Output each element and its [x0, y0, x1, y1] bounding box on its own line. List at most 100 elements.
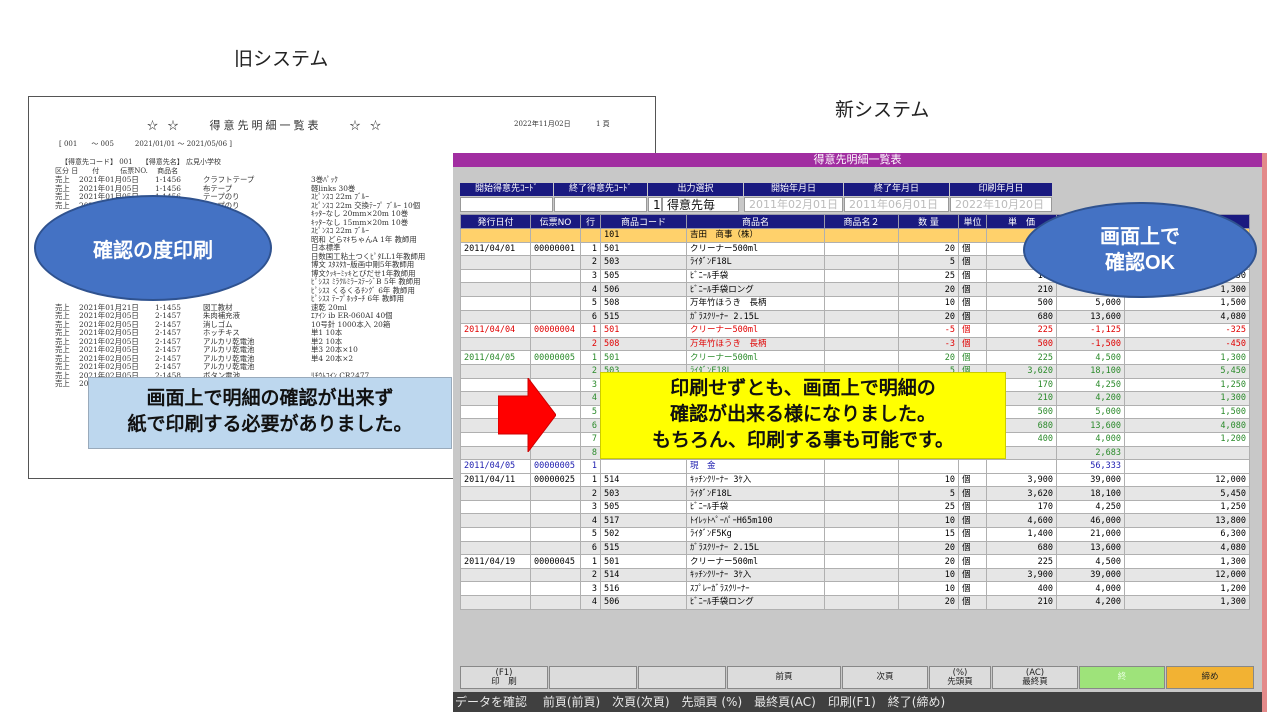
new-system-caption: 新システム	[835, 99, 930, 121]
grid-cell: 13,600	[1056, 540, 1125, 556]
report-cell: 2-1457	[155, 362, 182, 371]
grid-cell: 1	[580, 241, 601, 257]
grid-cell	[530, 336, 581, 352]
start-customer-input[interactable]	[460, 197, 553, 212]
grid-cell: 吉田 商事（株）	[686, 228, 825, 243]
grid-row[interactable]: 2011/04/04 00000004 1 501 クリーナー500ml -5 個 225 -1…	[460, 323, 1250, 338]
grid-cell: 5	[580, 404, 601, 420]
grid-cell	[824, 499, 899, 515]
grid-cell: 680	[986, 540, 1057, 556]
grid-column-header[interactable]: 商品名	[686, 214, 825, 229]
blank-button-2[interactable]	[638, 666, 726, 689]
end-customer-input[interactable]	[554, 197, 647, 212]
grid-cell	[986, 459, 1057, 474]
grid-row[interactable]: 2 508 万年竹ほうき 長柄 -3 個 500 -1,500 -450	[460, 336, 1250, 352]
grid-cell: 508	[600, 295, 687, 311]
grid-cell: ﾋﾞﾆｰﾙ手袋	[686, 268, 825, 284]
old-callout-ellipse: 確認の度印刷	[34, 195, 272, 301]
grid-row[interactable]: 2503ﾗｲﾀﾞﾝF18L 5個3,62018,1005,450	[460, 486, 1250, 501]
grid-cell	[460, 567, 531, 583]
grid-cell: ｷｯﾁﾝｸﾘｰﾅｰ 3ｹ入	[686, 567, 825, 583]
grid-cell	[824, 595, 899, 610]
criteria-label: 終了得意先ｺｰﾄﾞ	[554, 183, 647, 196]
criteria-label: 開始得意先ｺｰﾄﾞ	[460, 183, 553, 196]
grid-row[interactable]: 4 517 ﾄｲﾚｯﾄﾍﾟｰﾊﾟｰH65m100 10 個 4,600 46,000 13,8…	[460, 513, 1250, 529]
grid-cell	[530, 309, 581, 325]
grid-cell	[824, 540, 899, 556]
grid-cell	[824, 336, 899, 352]
grid-cell: 2011/04/19	[460, 554, 531, 569]
grid-cell: 506	[600, 282, 687, 297]
grid-column-header[interactable]: 単位	[958, 214, 987, 229]
grid-row[interactable]: 3 516 ｽﾌﾟﾚｰｶﾞﾗｽｸﾘｰﾅｰ 10 個 400 4,000 1,200	[460, 581, 1250, 597]
grid-cell: 1,300	[1124, 350, 1250, 365]
grid-cell	[824, 350, 899, 365]
grid-cell	[580, 228, 601, 243]
end-date-input[interactable]: 2011年06月01日	[844, 197, 949, 212]
grid-column-header[interactable]: 伝票NO	[530, 214, 581, 229]
old-system-caption: 旧システム	[234, 48, 329, 70]
grid-cell: 503	[600, 255, 687, 270]
grid-cell	[898, 228, 959, 243]
output-code-input[interactable]: 1	[648, 197, 662, 212]
blank-button-1[interactable]	[549, 666, 637, 689]
grid-cell: 13,800	[1124, 513, 1250, 529]
grid-column-header[interactable]: 商品名２	[824, 214, 899, 229]
grid-cell	[824, 472, 899, 488]
report-cell: テープのり	[203, 192, 240, 201]
report-cell: 2021年01月05日	[79, 175, 139, 184]
grid-cell: 20	[898, 241, 959, 257]
grid-cell: 515	[600, 309, 687, 325]
grid-row[interactable]: 3505ﾋﾞﾆｰﾙ手袋 25個1704,2501,250	[460, 499, 1250, 515]
grid-cell	[530, 513, 581, 529]
grid-cell: 個	[958, 527, 987, 542]
grid-cell: 13,600	[1056, 418, 1125, 433]
start-date-input[interactable]: 2011年02月01日	[744, 197, 843, 212]
grid-cell	[460, 282, 531, 297]
grid-cell: 1	[580, 472, 601, 488]
grid-cell	[824, 567, 899, 583]
output-select[interactable]: 得意先毎	[662, 197, 739, 212]
grid-cell: 6	[580, 418, 601, 433]
grid-row[interactable]: 2011/04/05 00000005 1 501 クリーナー500ml 20 個 225 4,…	[460, 350, 1250, 365]
report-cell: 博文 ｽﾀｽﾀｶｰ版画中剛5年教師用	[311, 260, 415, 269]
grid-cell: 4,250	[1056, 499, 1125, 515]
grid-cell: 10	[898, 567, 959, 583]
grid-column-header[interactable]: 発行日付	[460, 214, 531, 229]
grid-row[interactable]: 6515ｶﾞﾗｽｸﾘｰﾅｰ 2.15L 20個68013,6004,080	[460, 540, 1250, 556]
criteria-label: 出力選択	[648, 183, 743, 196]
next-page-button[interactable]: 次頁	[842, 666, 928, 689]
grid-column-header[interactable]: 数 量	[898, 214, 959, 229]
grid-cell: 225	[986, 350, 1057, 365]
prev-page-button[interactable]: 前頁	[727, 666, 841, 689]
last-page-button[interactable]: (AC) 最終頁	[992, 666, 1078, 689]
end-button[interactable]: 終	[1079, 666, 1165, 689]
grid-row[interactable]: 2011/04/05 00000005 1 現 金 56,333	[460, 459, 1250, 474]
grid-cell	[530, 268, 581, 284]
grid-cell: クリーナー500ml	[686, 554, 825, 569]
grid-cell	[530, 228, 581, 243]
grid-row[interactable]: 6515ｶﾞﾗｽｸﾘｰﾅｰ 2.15L 20個68013,6004,080	[460, 309, 1250, 325]
grid-cell: 503	[600, 486, 687, 501]
grid-row[interactable]: 2011/04/19 00000045 1 501 クリーナー500ml 20 個 225 4,…	[460, 554, 1250, 569]
print-button[interactable]: (F1) 印 刷	[460, 666, 548, 689]
print-date-input[interactable]: 2022年10月20日	[950, 197, 1052, 212]
grid-row[interactable]: 4506ﾋﾞﾆｰﾙ手袋ロング 20個2104,2001,300	[460, 595, 1250, 610]
report-range: [ 001 ～ 005 2021/01/01 ～ 2021/05/06 ]	[59, 140, 233, 148]
close-button[interactable]: 締め	[1166, 666, 1254, 689]
grid-cell: 1	[580, 554, 601, 569]
grid-row[interactable]: 2011/04/11 00000025 1 514 ｷｯﾁﾝｸﾘｰﾅｰ 3ｹ入 10 個 3,…	[460, 472, 1250, 488]
grid-cell: 4	[580, 595, 601, 610]
grid-cell	[824, 323, 899, 338]
grid-cell: 5,450	[1124, 363, 1250, 379]
grid-column-header[interactable]: 商品コード	[600, 214, 687, 229]
grid-cell: 20	[898, 540, 959, 556]
grid-row[interactable]: 5 502 ﾗｲﾀﾞﾝF5Kg 15 個 1,400 21,000 6,300	[460, 527, 1250, 542]
grid-cell: 1,300	[1124, 554, 1250, 569]
grid-cell: 00000004	[530, 323, 581, 338]
first-page-button[interactable]: (%) 先頭頁	[929, 666, 991, 689]
grid-column-header[interactable]: 行	[580, 214, 601, 229]
grid-cell	[824, 268, 899, 284]
grid-row[interactable]: 5508万年竹ほうき 長柄 10個5005,0001,500	[460, 295, 1250, 311]
grid-row[interactable]: 2 514 ｷｯﾁﾝｸﾘｰﾅｰ 3ｹ入 10 個 3,900 39,000 12,000	[460, 567, 1250, 583]
